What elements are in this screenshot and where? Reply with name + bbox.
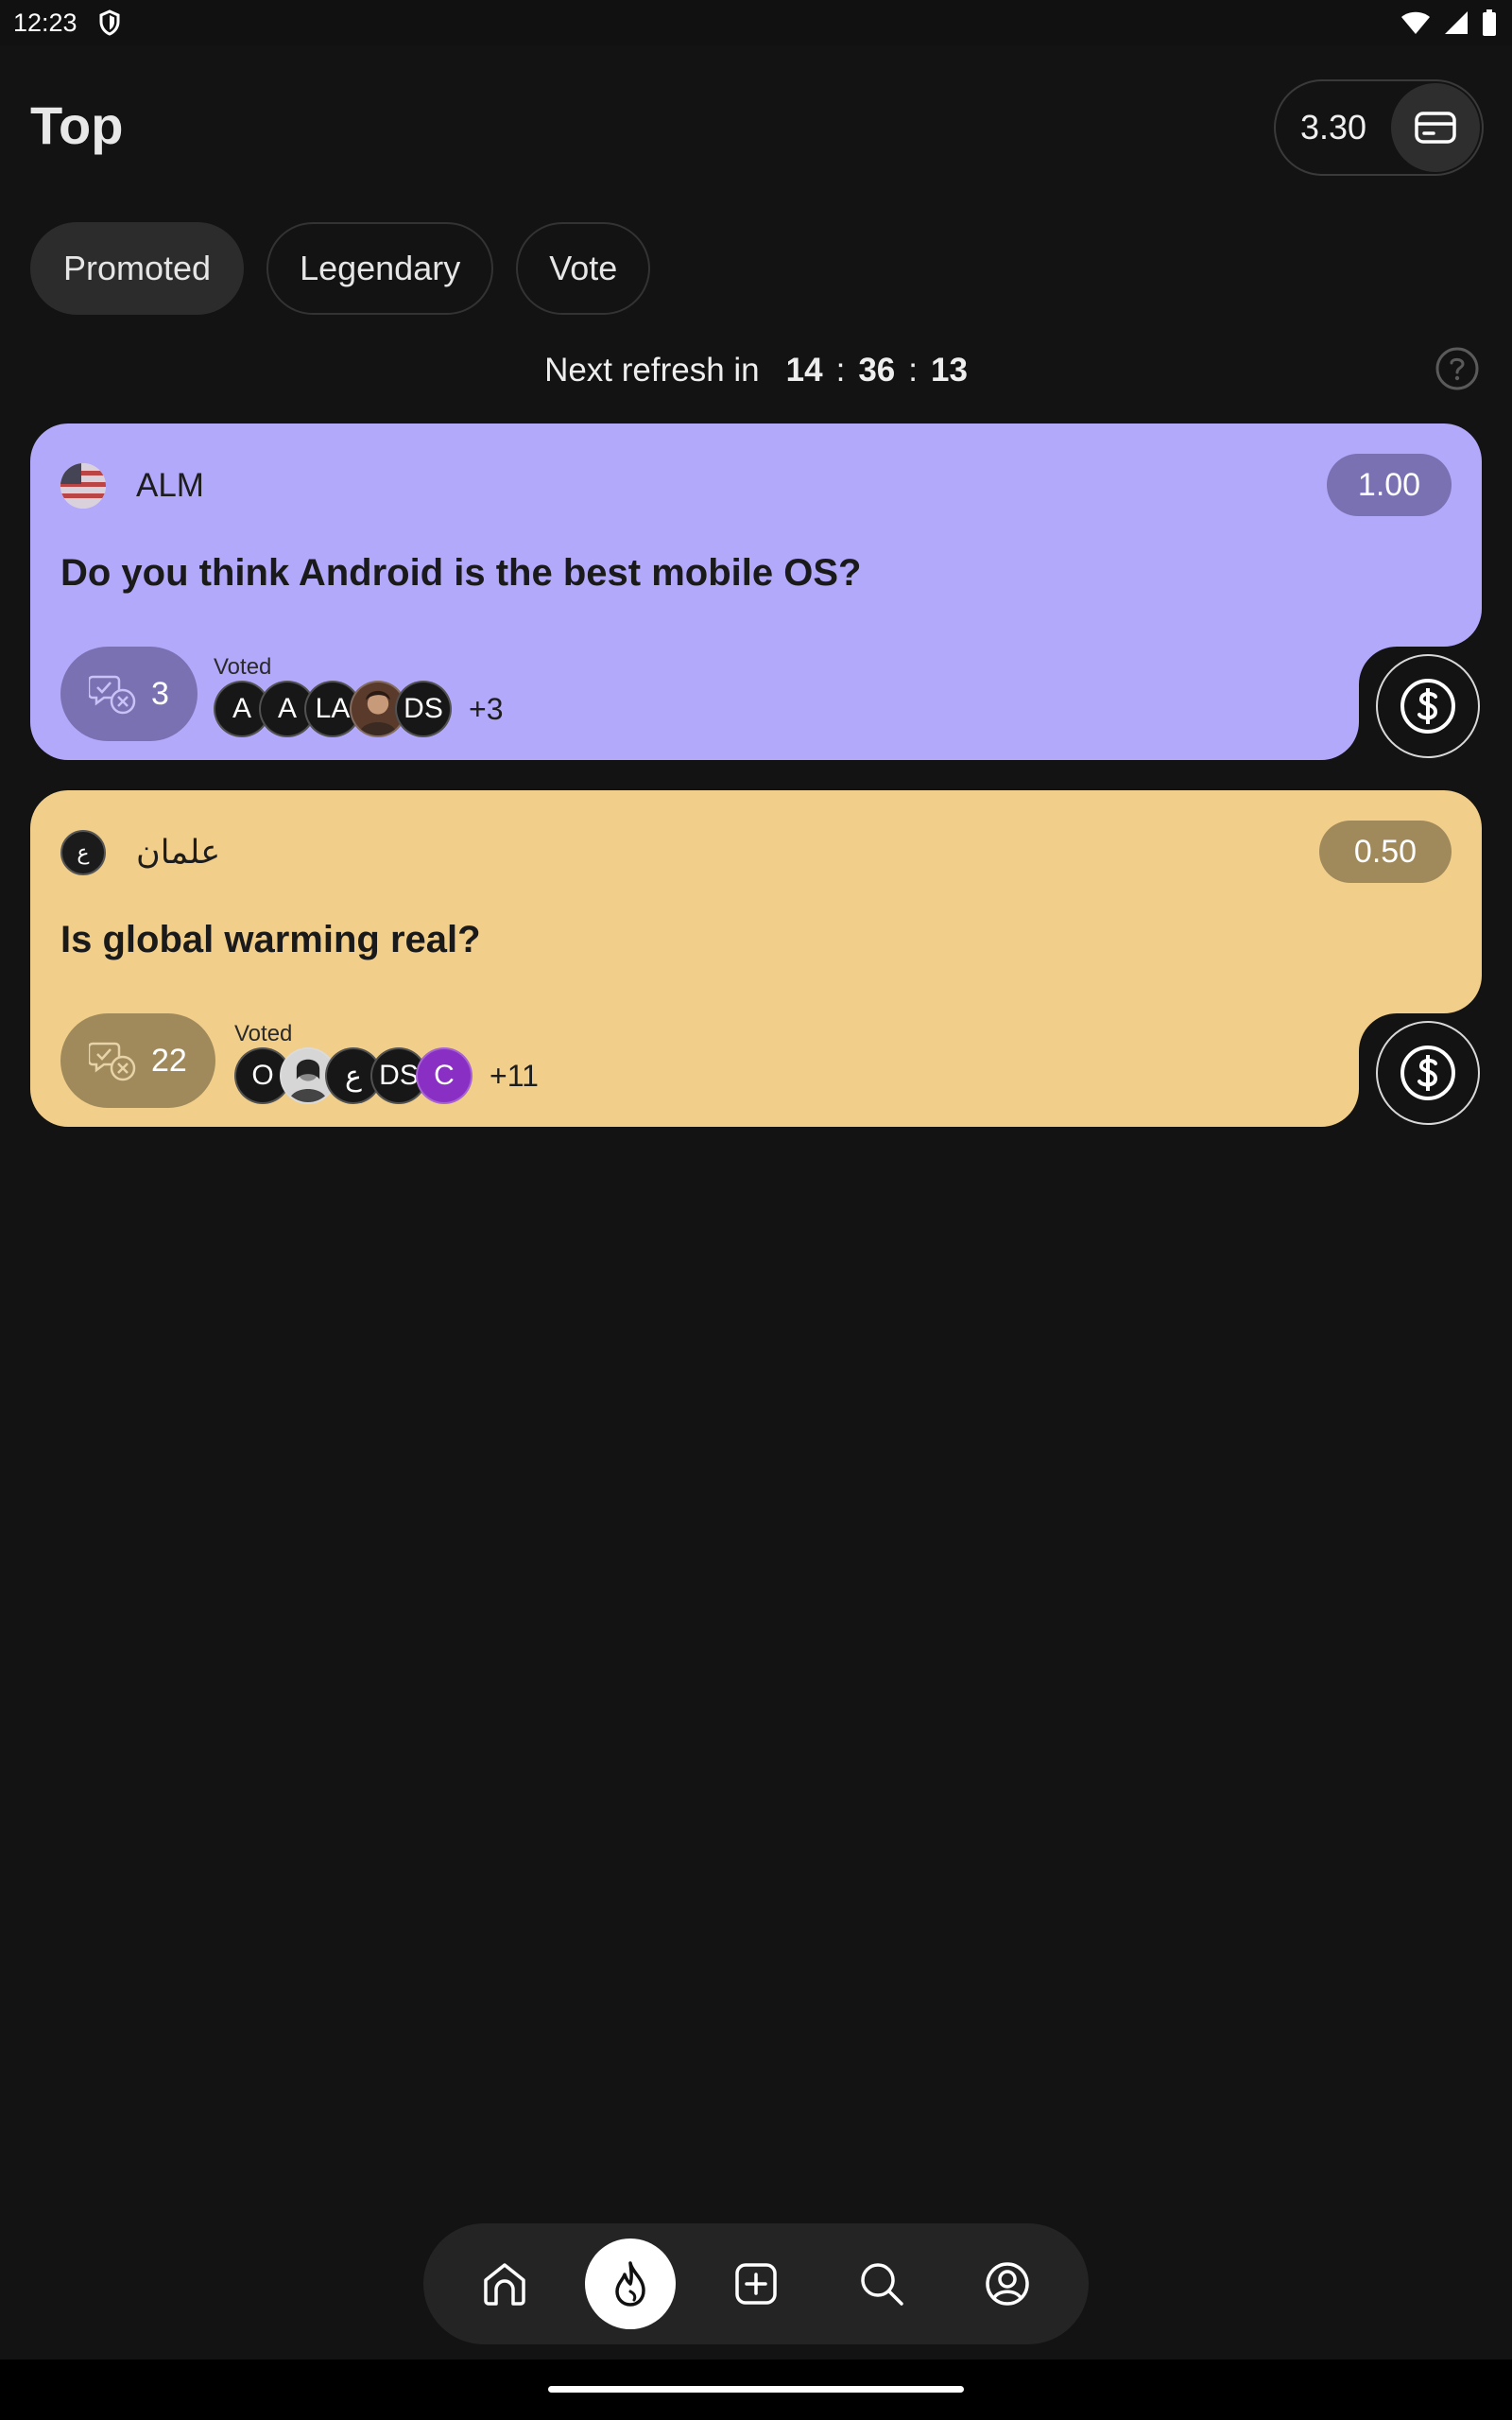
card-author[interactable]: ع علمان xyxy=(60,830,220,875)
reward-badge: 1.00 xyxy=(1327,454,1452,516)
plus-icon xyxy=(735,2263,777,2305)
tip-button[interactable] xyxy=(1376,654,1480,758)
card-icon xyxy=(1415,112,1456,144)
author-avatar: ع xyxy=(60,830,106,875)
nav-home[interactable] xyxy=(459,2238,550,2329)
poll-card[interactable]: ع علمان 0.50 Is global warming real? 22 … xyxy=(30,790,1482,1127)
filter-tabs: Promoted Legendary Vote xyxy=(30,222,651,315)
timer-separator: : xyxy=(908,352,918,389)
voter-avatar: DS xyxy=(395,681,452,737)
balance-value: 3.30 xyxy=(1300,108,1367,147)
timer-hours: 14 xyxy=(785,352,823,389)
vote-count-button[interactable]: 22 xyxy=(60,1013,215,1108)
flame-icon xyxy=(615,2261,645,2307)
flag-icon xyxy=(60,463,106,509)
status-bar: 12:23 xyxy=(0,0,1512,45)
dollar-icon xyxy=(1400,679,1455,734)
author-name: ALM xyxy=(136,467,204,504)
battery-icon xyxy=(1483,9,1496,36)
author-avatar xyxy=(60,463,106,509)
poll-question: Do you think Android is the best mobile … xyxy=(60,552,862,594)
help-icon[interactable] xyxy=(1435,346,1480,391)
refresh-timer: Next refresh in 14 : 36 : 13 xyxy=(0,344,1512,397)
home-icon xyxy=(484,2263,526,2306)
voted-label: Voted xyxy=(234,1021,293,1046)
chat-vote-icon xyxy=(89,675,136,715)
tip-button[interactable] xyxy=(1376,1021,1480,1125)
page-title: Top xyxy=(30,95,124,155)
search-icon xyxy=(861,2263,903,2306)
tab-vote[interactable]: Vote xyxy=(516,222,651,315)
wallet-button[interactable] xyxy=(1391,83,1480,172)
timer-seconds: 13 xyxy=(931,352,968,389)
more-voters-count: +11 xyxy=(490,1058,539,1093)
timer-minutes: 36 xyxy=(858,352,896,389)
vote-count: 22 xyxy=(151,1042,187,1079)
shield-icon xyxy=(99,9,120,36)
status-time: 12:23 xyxy=(13,8,77,37)
balance-pill[interactable]: 3.30 xyxy=(1274,79,1484,176)
refresh-label: Next refresh in xyxy=(544,352,760,389)
profile-icon xyxy=(985,2262,1029,2306)
nav-profile[interactable] xyxy=(962,2238,1053,2329)
poll-question: Is global warming real? xyxy=(60,919,481,960)
voter-avatar: C xyxy=(416,1047,472,1104)
card-author[interactable]: ALM xyxy=(60,463,204,509)
nav-search[interactable] xyxy=(836,2238,927,2329)
chat-vote-icon xyxy=(89,1042,136,1081)
signal-icon xyxy=(1445,11,1468,34)
wifi-icon xyxy=(1401,11,1430,34)
nav-create[interactable] xyxy=(711,2238,801,2329)
more-voters-count: +3 xyxy=(469,691,504,726)
author-name: علمان xyxy=(136,834,221,871)
vote-count: 3 xyxy=(151,675,169,712)
bottom-nav xyxy=(423,2223,1089,2344)
tab-promoted[interactable]: Promoted xyxy=(30,222,245,315)
voter-avatars[interactable]: O ع DS C +11 xyxy=(234,1047,539,1104)
vote-count-button[interactable]: 3 xyxy=(60,647,198,741)
home-indicator[interactable] xyxy=(548,2386,964,2393)
tab-legendary[interactable]: Legendary xyxy=(266,222,494,315)
dollar-icon xyxy=(1400,1046,1455,1100)
voter-avatars[interactable]: A A LA DS +3 xyxy=(214,681,503,737)
timer-separator: : xyxy=(835,352,846,389)
reward-badge: 0.50 xyxy=(1319,821,1452,883)
nav-top[interactable] xyxy=(585,2238,677,2329)
poll-card[interactable]: ALM 1.00 Do you think Android is the bes… xyxy=(30,424,1482,760)
voted-label: Voted xyxy=(214,654,272,680)
